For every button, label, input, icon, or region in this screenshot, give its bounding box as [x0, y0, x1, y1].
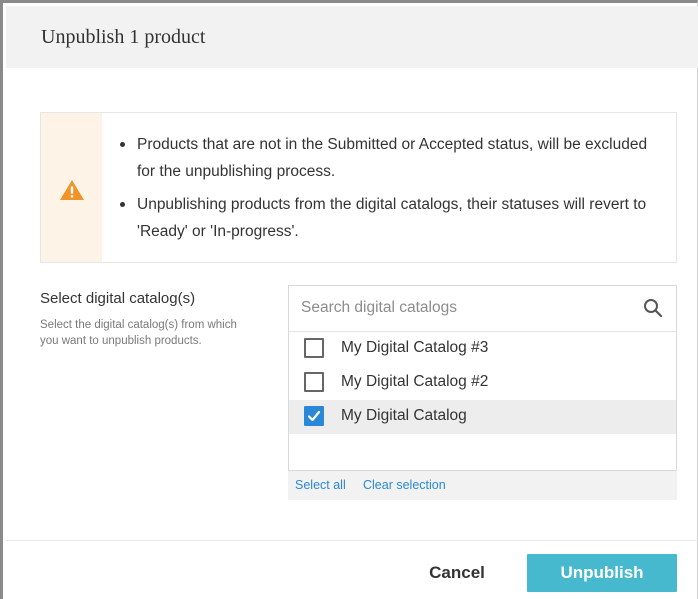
clear-selection-link[interactable]: Clear selection — [363, 478, 446, 492]
search-icon[interactable] — [643, 298, 663, 318]
cancel-button[interactable]: Cancel — [412, 554, 502, 592]
catalog-search — [289, 286, 676, 332]
catalog-search-input[interactable] — [301, 296, 621, 320]
select-all-link[interactable]: Select all — [295, 478, 346, 492]
catalog-option-label: My Digital Catalog #3 — [341, 339, 489, 356]
alert-message: Unpublishing products from the digital c… — [120, 191, 662, 245]
catalog-option[interactable]: My Digital Catalog #2 — [289, 366, 676, 400]
warning-icon — [60, 180, 84, 200]
alert-icon-strip — [41, 113, 102, 262]
checkbox[interactable] — [304, 338, 324, 358]
catalog-picker: My Digital Catalog #3 My Digital Catalog… — [288, 285, 677, 471]
catalog-field-help: Select the digital catalog(s) from which… — [40, 319, 237, 347]
unpublish-button[interactable]: Unpublish — [527, 554, 677, 592]
alert-message: Products that are not in the Submitted o… — [120, 131, 662, 185]
checkmark-icon — [307, 410, 321, 422]
unpublish-dialog: Unpublish 1 product Products that are no… — [0, 0, 698, 599]
checkbox-checked[interactable] — [304, 406, 324, 426]
catalog-option-label: My Digital Catalog #2 — [341, 373, 489, 390]
alert-messages: Products that are not in the Submitted o… — [120, 131, 662, 245]
catalog-field-label: Select digital catalog(s) — [40, 290, 196, 307]
footer-divider — [6, 540, 698, 541]
warning-alert: Products that are not in the Submitted o… — [40, 112, 677, 263]
dialog-title: Unpublish 1 product — [41, 26, 206, 48]
catalog-option[interactable]: My Digital Catalog #3 — [289, 332, 676, 366]
dialog-header: Unpublish 1 product — [6, 6, 698, 68]
checkbox[interactable] — [304, 372, 324, 392]
selection-actions: Select all Clear selection — [288, 471, 677, 500]
catalog-option-selected[interactable]: My Digital Catalog — [289, 400, 676, 434]
catalog-option-label: My Digital Catalog — [341, 407, 467, 424]
